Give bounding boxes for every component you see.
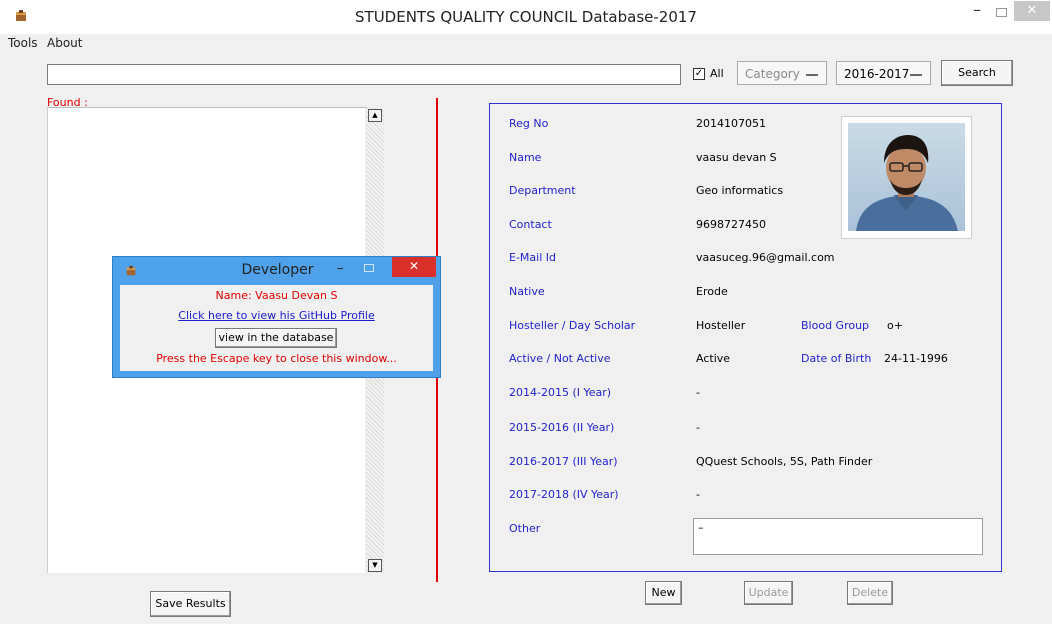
category-dropdown-value: Category <box>745 67 800 81</box>
native-value: Erode <box>696 285 728 298</box>
developer-name: Name: Vaasu Devan S <box>215 289 338 302</box>
menu-tools[interactable]: Tools <box>8 36 38 50</box>
reg-no-label: Reg No <box>509 117 549 130</box>
contact-value: 9698727450 <box>696 218 766 231</box>
year4-value: - <box>696 488 700 501</box>
dropdown-arrow-icon <box>910 74 922 76</box>
delete-button[interactable]: Delete <box>847 581 893 605</box>
view-in-database-button[interactable]: view in the database <box>215 328 337 348</box>
department-value: Geo informatics <box>696 184 784 197</box>
hosteller-label: Hosteller / Day Scholar <box>509 319 636 332</box>
search-button[interactable]: Search <box>941 60 1013 86</box>
blood-group-value: o+ <box>887 319 903 332</box>
year3-value: QQuest Schools, 5S, Path Finder <box>696 455 873 468</box>
year3-label: 2016-2017 (III Year) <box>509 455 618 468</box>
year1-value: - <box>696 386 700 399</box>
window-title: STUDENTS QUALITY COUNCIL Database-2017 <box>355 8 697 26</box>
all-checkbox-label: All <box>710 67 724 80</box>
update-button[interactable]: Update <box>744 581 793 605</box>
contact-label: Contact <box>509 218 552 231</box>
dob-value: 24-11-1996 <box>884 352 948 365</box>
year-dropdown[interactable]: 2016-2017 <box>836 61 931 85</box>
name-value: vaasu devan S <box>696 151 777 164</box>
name-label: Name <box>509 151 542 164</box>
hosteller-value: Hosteller <box>696 319 746 332</box>
reg-no-value: 2014107051 <box>696 117 766 130</box>
menu-bar: Tools About <box>0 34 1052 54</box>
email-label: E-Mail Id <box>509 251 556 264</box>
year1-label: 2014-2015 (I Year) <box>509 386 612 399</box>
search-input[interactable] <box>47 64 681 85</box>
new-button[interactable]: New <box>645 581 682 605</box>
scroll-down-button[interactable]: ▼ <box>368 559 382 572</box>
year2-label: 2015-2016 (II Year) <box>509 421 615 434</box>
active-label: Active / Not Active <box>509 352 611 365</box>
student-photo-icon <box>848 123 965 231</box>
other-label: Other <box>509 522 541 535</box>
developer-dialog: Developer – ✕ Name: Vaasu Devan S Click … <box>112 256 441 378</box>
year4-label: 2017-2018 (IV Year) <box>509 488 619 501</box>
title-bar: STUDENTS QUALITY COUNCIL Database-2017 –… <box>0 0 1052 34</box>
year-dropdown-value: 2016-2017 <box>844 67 910 81</box>
maximize-icon <box>995 8 1007 17</box>
close-button[interactable]: ✕ <box>1014 1 1050 21</box>
all-checkbox[interactable]: ✓ <box>693 68 705 80</box>
minimize-button[interactable]: – <box>964 2 990 21</box>
save-results-button[interactable]: Save Results <box>150 591 231 617</box>
dialog-maximize-button[interactable] <box>364 264 374 272</box>
email-value: vaasuceg.96@gmail.com <box>696 251 835 264</box>
github-profile-link[interactable]: Click here to view his GitHub Profile <box>120 309 433 322</box>
dropdown-arrow-icon <box>806 74 818 76</box>
dialog-minimize-button[interactable]: – <box>337 261 344 276</box>
dialog-close-button[interactable]: ✕ <box>392 257 436 277</box>
native-label: Native <box>509 285 545 298</box>
department-label: Department <box>509 184 576 197</box>
active-value: Active <box>696 352 731 365</box>
maximize-button[interactable] <box>990 3 1012 21</box>
dob-label: Date of Birth <box>801 352 872 365</box>
search-button-label: Search <box>958 66 996 79</box>
blood-group-label: Blood Group <box>801 319 870 332</box>
other-field[interactable]: – <box>693 518 983 555</box>
menu-about[interactable]: About <box>47 36 82 50</box>
student-photo-frame <box>841 116 972 239</box>
developer-dialog-body: Name: Vaasu Devan S Click here to view h… <box>120 285 433 371</box>
year2-value: - <box>696 421 700 434</box>
category-dropdown[interactable]: Category <box>737 61 827 85</box>
escape-hint: Press the Escape key to close this windo… <box>156 352 397 365</box>
scroll-up-button[interactable]: ▲ <box>368 109 382 122</box>
